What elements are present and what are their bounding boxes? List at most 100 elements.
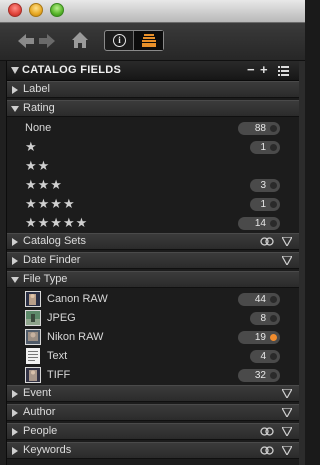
star-rating: ★★★: [25, 177, 63, 192]
disclosure-open-icon: [11, 277, 19, 283]
count-value: 3: [260, 180, 266, 191]
active-filter-dot-icon[interactable]: [270, 334, 277, 341]
nikon-raw-thumbnail: [25, 329, 41, 345]
minimize-window-button[interactable]: [29, 3, 43, 17]
star-rating: ★★: [25, 158, 51, 173]
catalog-fields-panel: CATALOG FIELDS − + Label Rating None 88: [6, 61, 299, 465]
rating-row-2-star[interactable]: ★★: [7, 157, 299, 176]
count-badge: 88: [238, 122, 280, 135]
home-icon[interactable]: [71, 31, 89, 49]
filter-dot-icon[interactable]: [270, 372, 277, 379]
star-rating: ★★★★★: [25, 215, 89, 230]
zoom-window-button[interactable]: [50, 3, 64, 17]
file-type-row-canon-raw[interactable]: Canon RAW 44: [7, 290, 299, 309]
link-icon[interactable]: [260, 446, 274, 455]
count-badge: 44: [238, 293, 280, 306]
jpeg-thumbnail: [25, 310, 41, 326]
info-icon: i: [113, 34, 126, 47]
section-catalog-sets[interactable]: Catalog Sets: [7, 233, 299, 250]
star-rating: ★★★★: [25, 196, 76, 211]
toolbar: i: [0, 23, 305, 61]
tiff-thumbnail: [25, 367, 41, 383]
link-icon[interactable]: [260, 237, 274, 246]
expand-all-button[interactable]: +: [260, 62, 268, 77]
section-keywords-title: Keywords: [23, 444, 72, 456]
filter-funnel-icon[interactable]: [282, 237, 292, 246]
section-rating[interactable]: Rating: [7, 100, 299, 117]
section-label[interactable]: Label: [7, 81, 299, 98]
collapse-all-button[interactable]: −: [247, 62, 255, 77]
collapse-panel-icon[interactable]: [11, 67, 19, 74]
app-window: i CATALOG FIELDS − + Label Rating None 8…: [0, 0, 305, 465]
view-toggle: i: [104, 30, 164, 51]
filter-dot-icon[interactable]: [270, 315, 277, 322]
filter-dot-icon[interactable]: [270, 201, 277, 208]
disclosure-closed-icon: [12, 428, 18, 436]
disclosure-closed-icon: [12, 86, 18, 94]
count-badge: 19: [238, 331, 280, 344]
count-badge: 32: [238, 369, 280, 382]
section-file-type-title: File Type: [23, 273, 68, 285]
canon-raw-thumbnail: [25, 291, 41, 307]
file-type-row-nikon-raw[interactable]: Nikon RAW 19: [7, 328, 299, 347]
count-badge: 1: [250, 198, 280, 211]
rating-row-3-star[interactable]: ★★★ 3: [7, 176, 299, 195]
count-value: 44: [254, 294, 266, 305]
rating-row-4-star[interactable]: ★★★★ 1: [7, 195, 299, 214]
rating-row-5-star[interactable]: ★★★★★ 14: [7, 214, 299, 233]
filter-funnel-icon[interactable]: [282, 256, 292, 265]
rating-row-1-star[interactable]: ★ 1: [7, 138, 299, 157]
scrollbar[interactable]: [299, 61, 305, 465]
rating-row-none[interactable]: None 88: [7, 119, 299, 138]
close-window-button[interactable]: [8, 3, 22, 17]
catalog-tab[interactable]: [134, 31, 163, 50]
filter-dot-icon[interactable]: [270, 220, 277, 227]
link-icon[interactable]: [260, 427, 274, 436]
count-value: 1: [260, 199, 266, 210]
filter-dot-icon[interactable]: [270, 353, 277, 360]
count-value: 19: [254, 332, 266, 343]
disclosure-closed-icon: [12, 409, 18, 417]
filter-dot-icon[interactable]: [270, 296, 277, 303]
section-date-finder[interactable]: Date Finder: [7, 252, 299, 269]
section-event[interactable]: Event: [7, 385, 299, 402]
filter-dot-icon[interactable]: [270, 125, 277, 132]
file-type-row-jpeg[interactable]: JPEG 8: [7, 309, 299, 328]
count-value: 14: [254, 218, 266, 229]
file-type-row-text[interactable]: Text 4: [7, 347, 299, 366]
text-thumbnail: [26, 348, 40, 364]
section-people[interactable]: People: [7, 423, 299, 440]
file-type-label: Text: [47, 350, 68, 362]
section-keywords[interactable]: Keywords: [7, 442, 299, 459]
section-label-title: Label: [23, 83, 50, 95]
forward-arrow-icon[interactable]: [38, 32, 56, 50]
count-badge: 4: [250, 350, 280, 363]
section-author-title: Author: [23, 406, 56, 418]
back-arrow-icon[interactable]: [17, 32, 35, 50]
info-tab[interactable]: i: [105, 31, 134, 50]
count-badge: 14: [238, 217, 280, 230]
filter-funnel-icon[interactable]: [282, 427, 292, 436]
file-type-label: TIFF: [47, 369, 71, 381]
section-event-title: Event: [23, 387, 52, 399]
count-value: 32: [254, 370, 266, 381]
file-type-label: JPEG: [47, 312, 76, 324]
count-value: 8: [260, 313, 266, 324]
section-people-title: People: [23, 425, 58, 437]
filter-dot-icon[interactable]: [270, 144, 277, 151]
rating-label: None: [25, 122, 52, 134]
file-type-row-tiff[interactable]: TIFF 32: [7, 366, 299, 385]
section-file-type[interactable]: File Type: [7, 271, 299, 288]
disclosure-closed-icon: [12, 447, 18, 455]
filter-dot-icon[interactable]: [270, 182, 277, 189]
section-author[interactable]: Author: [7, 404, 299, 421]
filter-funnel-icon[interactable]: [282, 389, 292, 398]
filter-funnel-icon[interactable]: [282, 446, 292, 455]
count-badge: 1: [250, 141, 280, 154]
section-rating-title: Rating: [23, 102, 55, 114]
list-options-icon[interactable]: [278, 66, 289, 76]
panel-title: CATALOG FIELDS: [22, 64, 122, 76]
catalog-icon: [142, 34, 156, 47]
count-value: 1: [260, 142, 266, 153]
filter-funnel-icon[interactable]: [282, 408, 292, 417]
